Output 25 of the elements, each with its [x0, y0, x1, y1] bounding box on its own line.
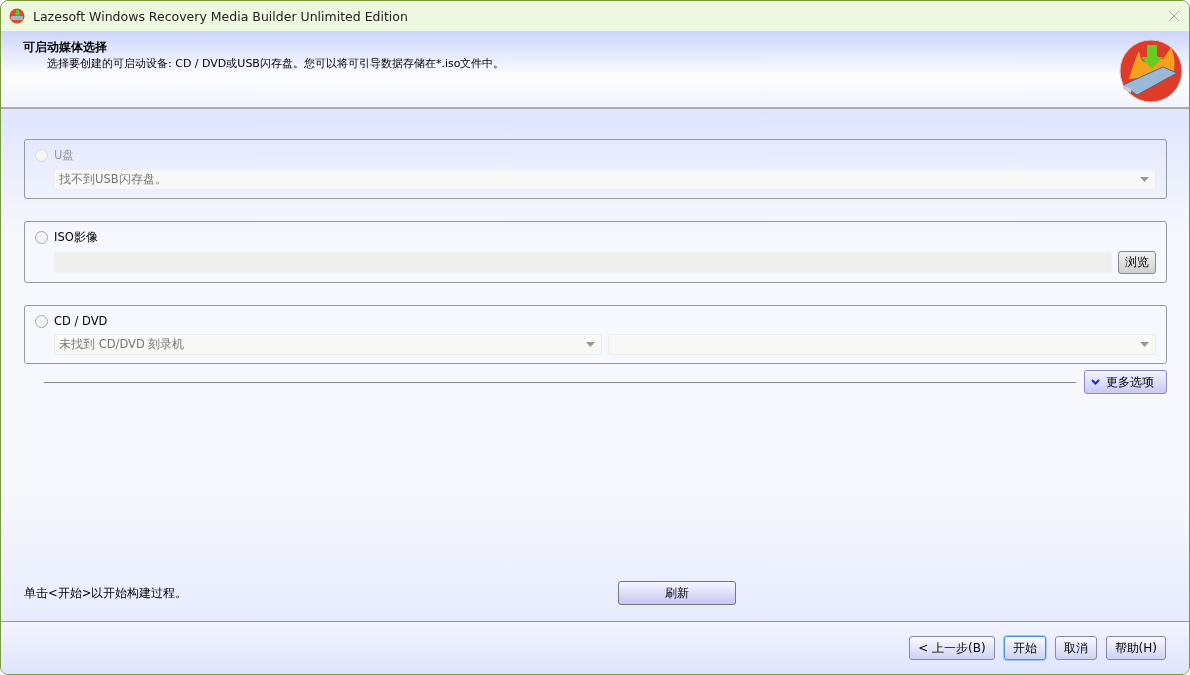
footer-button[interactable]: 取消 [1054, 636, 1097, 660]
app-logo-icon [9, 8, 25, 24]
radio-button[interactable] [35, 231, 48, 244]
hint-text: 单击<开始>以开始构建过程。 [24, 585, 189, 601]
footer-button[interactable]: < 上一步(B) [909, 636, 995, 660]
dropdown[interactable] [608, 334, 1156, 355]
option-label: U盘 [54, 148, 75, 163]
dropdown-arrow-icon [1140, 177, 1149, 182]
close-icon[interactable] [1169, 11, 1179, 21]
usb-flame-logo-icon [1119, 39, 1183, 103]
more-options-button[interactable]: 更多选项 [1084, 370, 1167, 394]
option-label: ISO影像 [54, 230, 98, 245]
header-title: 可启动媒体选择 [23, 39, 108, 56]
dropdown-arrow-icon [586, 342, 595, 347]
browse-button[interactable]: 浏览 [1118, 251, 1156, 274]
footer-button[interactable]: 开始 [1003, 636, 1046, 660]
header-description: 选择要创建的可启动设备: CD / DVD或USB闪存盘。您可以将可引导数据存储在*.iso文件中。 [47, 56, 506, 71]
chevron-down-icon [1091, 379, 1100, 385]
option-label: CD / DVD [54, 314, 108, 328]
window-title: Lazesoft Windows Recovery Media Builder Unlimited Edition [33, 8, 409, 24]
dropdown-arrow-icon [1140, 342, 1149, 347]
radio-button[interactable] [35, 314, 48, 328]
refresh-button[interactable]: 刷新 [618, 581, 736, 605]
dropdown[interactable]: 未找到 CD/DVD 刻录机 [54, 334, 602, 355]
footer-button[interactable]: 帮助(H) [1105, 636, 1166, 660]
